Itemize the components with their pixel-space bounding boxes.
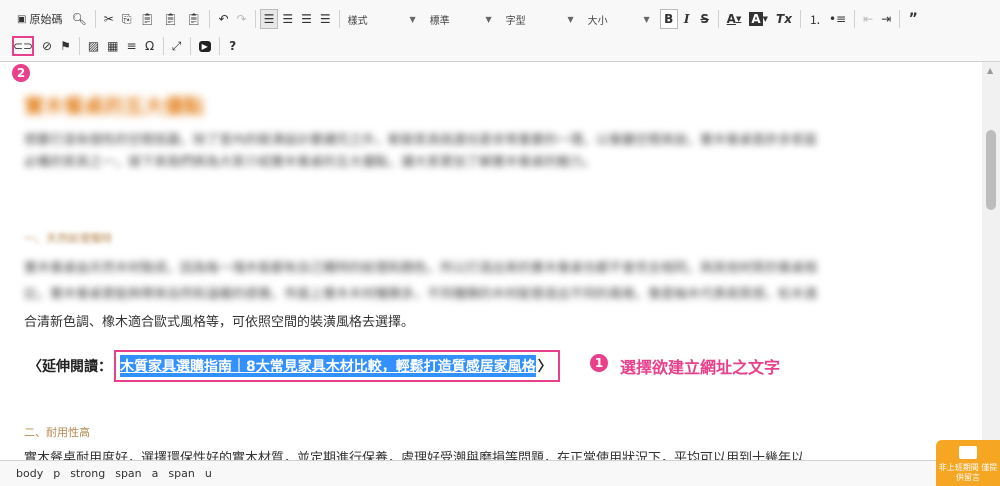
step-1-badge: 1 — [590, 354, 608, 372]
section-heading: 一、天然紋理獨特 — [24, 232, 112, 245]
font-color-button[interactable]: A ▼ — [723, 9, 746, 29]
scrollbar-thumb[interactable] — [986, 130, 996, 210]
normal-combo[interactable]: 標準 ▼ — [426, 10, 496, 28]
read-more-suffix: 〉 — [537, 359, 552, 375]
horizontal-line-icon[interactable]: ≡ — [123, 36, 141, 56]
element-path-bar: body p strong span a span u — [0, 460, 1000, 486]
undo-icon[interactable]: ↶ — [214, 9, 232, 29]
selected-text-box: 木質家具選購指南｜8大常見家具木材比較，輕鬆打造質感居家風格 〉 — [114, 350, 560, 382]
chat-label: 非上班期間 僅提供留言 — [938, 463, 998, 482]
strike-button[interactable]: S — [696, 9, 714, 29]
path-item[interactable]: p — [53, 467, 60, 480]
section-heading: 二、耐用性高 — [24, 426, 90, 439]
special-char-icon[interactable]: Ω — [141, 36, 159, 56]
path-item[interactable]: body — [16, 467, 43, 480]
paragraph-line: 合清新色調、橡木適合歐式風格等，可依照空間的裝潢風格去選擇。 — [24, 315, 415, 330]
copy-icon[interactable]: ⎘ — [118, 9, 136, 29]
path-item[interactable]: span — [115, 467, 141, 480]
chevron-down-icon: ▼ — [485, 14, 492, 24]
toolbar-row-1: ▣ 原始碼 🔍︎ ✂ ⎘ 📋︎ 📋︎ 📋︎ ↶ ↷ ☰ ☰ ☰ ☰ 樣式 ▼ 標準 ▼… — [12, 8, 922, 30]
image-icon[interactable]: ▨ — [84, 36, 103, 56]
format-combo[interactable]: 樣式 ▼ — [344, 10, 420, 28]
scrollbar[interactable]: ▲ — [982, 62, 1000, 460]
blockquote-icon[interactable]: ” — [904, 9, 922, 29]
article-title: 實木餐桌的五大優點 — [24, 94, 204, 118]
outdent-icon[interactable]: ⇤ — [859, 9, 877, 29]
path-item[interactable]: u — [205, 467, 212, 480]
bold-button[interactable]: B — [659, 9, 678, 29]
editor-content[interactable]: 實木餐桌的五大優點 想要打造有個性的空間氛圍，除了室內的裝潢設計要講究之外，軟裝… — [0, 62, 980, 460]
read-more-line: 〈延伸閱讀： 木質家具選購指南｜8大常見家具木材比較，輕鬆打造質感居家風格 〉 — [28, 350, 560, 382]
paragraph-line: 比，實木餐桌更能夠帶來自然和溫暖的感覺。市面上實木木材種類多，不同種類的木材能營… — [24, 287, 818, 302]
bg-color-button[interactable]: A ▼ — [745, 9, 772, 29]
chevron-down-icon: ▼ — [643, 14, 650, 24]
path-item[interactable]: strong — [70, 467, 105, 480]
bullet-list-icon[interactable]: •≡ — [825, 9, 850, 29]
chat-bubble-icon — [959, 446, 977, 459]
chat-widget[interactable]: 非上班期間 僅提供留言 — [936, 440, 1000, 486]
numbered-list-icon[interactable]: ⒈ — [805, 9, 825, 29]
instruction-note: 選擇欲建立網址之文字 — [620, 358, 781, 377]
italic-button[interactable]: I — [678, 9, 696, 29]
paste-icon[interactable]: 📋︎ — [136, 9, 159, 29]
paragraph-line: 實木餐桌耐用度好，選擇環保性好的實木材質，並定期進行保養，處理好受潮與磨損等問題… — [24, 451, 805, 460]
editor-toolbar: ▣ 原始碼 🔍︎ ✂ ⎘ 📋︎ 📋︎ 📋︎ ↶ ↷ ☰ ☰ ☰ ☰ 樣式 ▼ 標準 ▼… — [0, 0, 1000, 62]
preview-icon[interactable]: 🔍︎ — [67, 9, 90, 29]
read-more-prefix: 〈延伸閱讀： — [28, 359, 112, 375]
path-item[interactable]: a — [152, 467, 159, 480]
youtube-icon[interactable]: ▶ — [195, 36, 215, 56]
table-icon[interactable]: ▦ — [103, 36, 122, 56]
paste-text-icon[interactable]: 📋︎ — [159, 9, 182, 29]
source-button[interactable]: ▣ 原始碼 — [12, 9, 67, 29]
help-icon[interactable]: ? — [224, 36, 242, 56]
toolbar-row-2: ⊂⊃ ⊘ ⚑ ▨ ▦ ≡ Ω ⤢ ▶ ? — [12, 35, 242, 57]
indent-icon[interactable]: ⇥ — [877, 9, 895, 29]
maximize-icon[interactable]: ⤢ — [168, 36, 186, 56]
align-right-icon[interactable]: ☰ — [297, 9, 316, 29]
size-combo[interactable]: 大小 ▼ — [584, 10, 654, 28]
font-combo[interactable]: 字型 ▼ — [502, 10, 578, 28]
intro-line: 必備的家具之一，接下來我們將為大家介紹實木餐桌的五大優點，讓大家更加了解實木餐桌… — [24, 155, 597, 170]
clear-format-button[interactable]: Tx — [772, 9, 796, 29]
scroll-up-icon[interactable]: ▲ — [987, 66, 993, 75]
paste-word-icon[interactable]: 📋︎ — [182, 9, 205, 29]
redo-icon[interactable]: ↷ — [233, 9, 251, 29]
cut-icon[interactable]: ✂ — [100, 9, 118, 29]
link-icon[interactable]: ⊂⊃ — [12, 36, 34, 56]
align-center-icon[interactable]: ☰ — [278, 9, 297, 29]
unlink-icon[interactable]: ⊘ — [38, 36, 56, 56]
align-left-icon[interactable]: ☰ — [259, 9, 279, 29]
chevron-down-icon: ▼ — [409, 14, 416, 24]
path-item[interactable]: span — [168, 467, 194, 480]
align-justify-icon[interactable]: ☰ — [316, 9, 335, 29]
intro-line: 想要打造有個性的空間氛圍，除了室內的裝潢設計要講究之外，軟裝家具挑選也是非常重要… — [24, 133, 818, 148]
chevron-down-icon: ▼ — [567, 14, 574, 24]
paragraph-line: 實木餐桌由天然木材製成，因為每一塊木板都有自己獨特的紋理和顏色，所以打造出來的實… — [24, 261, 818, 276]
selected-link-text[interactable]: 木質家具選購指南｜8大常見家具木材比較，輕鬆打造質感居家風格 — [120, 355, 536, 377]
source-icon: ▣ — [17, 13, 27, 25]
anchor-flag-icon[interactable]: ⚑ — [56, 36, 75, 56]
